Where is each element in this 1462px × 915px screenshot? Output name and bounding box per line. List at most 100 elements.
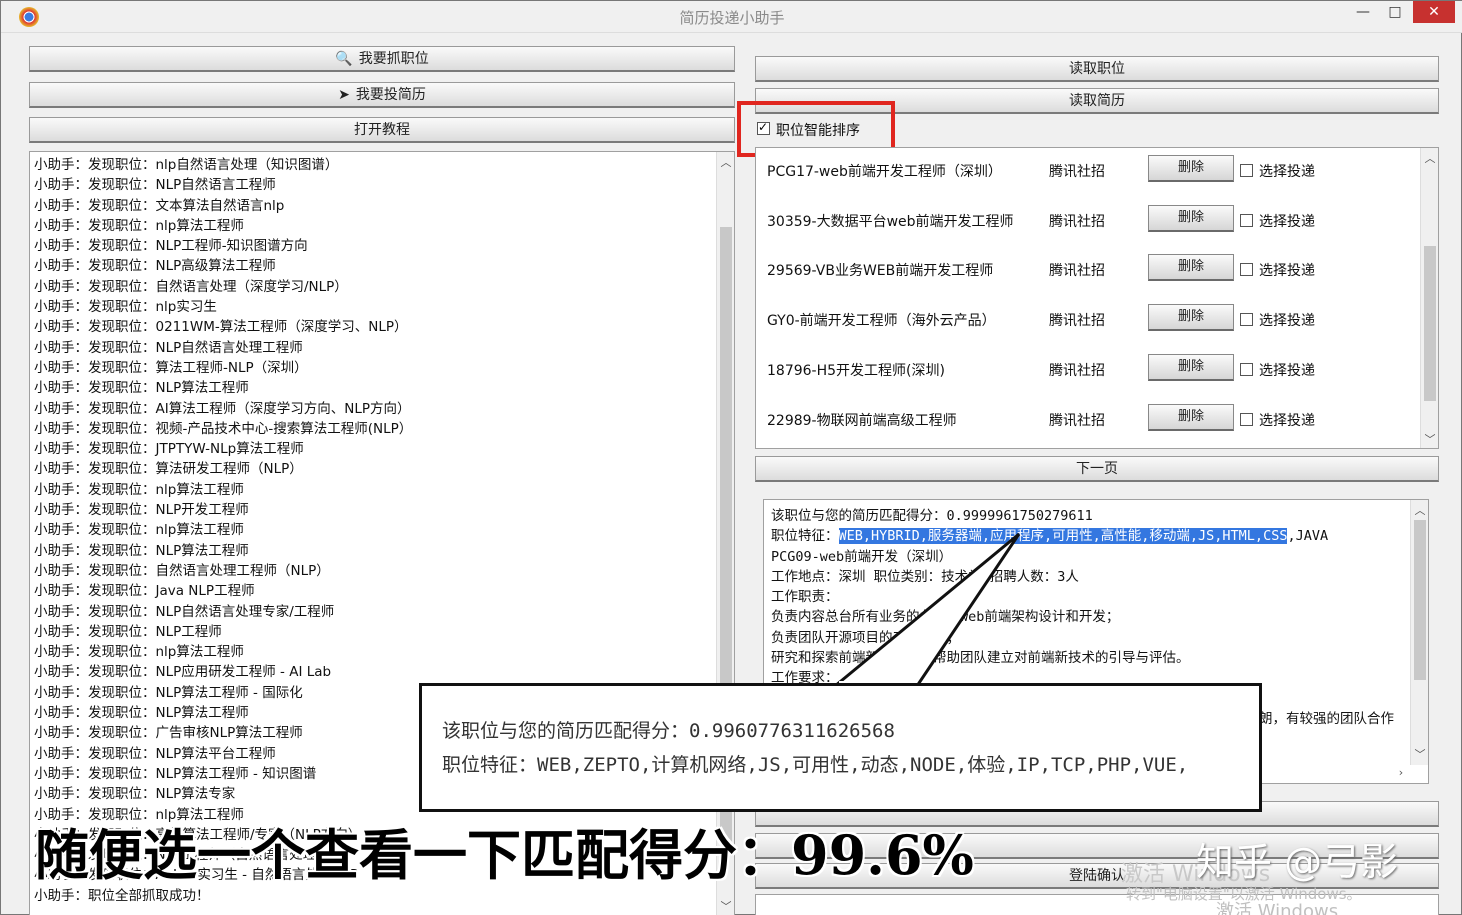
select-apply-option[interactable]: 选择投递 — [1240, 161, 1315, 181]
log-line: 小助手：发现职位：NLP算法工程师 — [34, 542, 249, 559]
job-title: 22989-物联网前端高级工程师 — [767, 412, 957, 429]
maximize-button[interactable]: □ — [1381, 1, 1409, 23]
select-apply-label: 选择投递 — [1259, 164, 1315, 180]
select-apply-option[interactable]: 选择投递 — [1240, 410, 1315, 430]
scroll-up-icon[interactable]: ︿ — [1413, 502, 1427, 518]
log-line: 小助手：发现职位：文本算法自然语言nlp — [34, 197, 285, 214]
select-apply-label: 选择投递 — [1259, 263, 1315, 280]
log-line: 小助手：发现职位：NLP应用研发工程师 - AI Lab — [34, 664, 332, 681]
apply-resume-button[interactable]: ➤ 我要投简历 — [29, 82, 735, 108]
job-source: 腾讯社招 — [1049, 263, 1105, 280]
log-line: 小助手：发现职位：NLP算法工程师 — [34, 380, 249, 397]
job-row: 29569-VB业务WEB前端开发工程师 腾讯社招 删除 选择投递 — [756, 254, 1420, 284]
job-title: 29569-VB业务WEB前端开发工程师 — [767, 263, 994, 280]
callout-score: 该职位与您的简历匹配得分：0.9960776311626568 — [442, 720, 895, 742]
log-line: 小助手：发现职位：算法工程师-NLP（深圳） — [34, 359, 308, 376]
delete-job-button[interactable]: 删除 — [1148, 403, 1234, 431]
log-line: 小助手：发现职位：AI算法工程师（深度学习方向、NLP方向） — [34, 400, 411, 417]
select-apply-label: 选择投递 — [1259, 412, 1315, 429]
detail-features-suffix: ,JAVA — [1287, 528, 1329, 545]
log-line: 小助手：发现职位：自然语言处理（深度学习/NLP） — [34, 278, 348, 295]
read-jobs-button[interactable]: 读取职位 — [755, 56, 1439, 82]
job-row: PCG17-web前端开发工程师（深圳） 腾讯社招 删除 选择投递 — [756, 155, 1420, 185]
select-apply-checkbox[interactable] — [1240, 164, 1253, 177]
select-apply-label: 选择投递 — [1259, 313, 1315, 330]
log-line: 小助手：发现职位：Java NLP工程师 — [34, 583, 255, 600]
scroll-down-icon[interactable]: ﹀ — [1423, 431, 1437, 447]
log-line: 小助手：发现职位：NLP高级算法工程师 — [34, 258, 276, 275]
log-line: 小助手：发现职位：nlp算法工程师 — [34, 522, 244, 539]
log-line: 小助手：发现职位：自然语言处理工程师（NLP） — [34, 562, 330, 579]
minimize-button[interactable]: — — [1349, 1, 1377, 23]
grab-jobs-label: 我要抓职位 — [358, 51, 429, 67]
log-line: 小助手：发现职位：NLP自然语言处理工程师 — [34, 339, 303, 356]
job-row: 18796-H5开发工程师(深圳) 腾讯社招 删除 选择投递 — [756, 353, 1420, 384]
delete-job-button[interactable]: 删除 — [1148, 353, 1234, 381]
scroll-down-icon[interactable]: ﹀ — [1413, 746, 1427, 762]
delete-job-button[interactable]: 删除 — [1148, 254, 1234, 282]
send-icon: ➤ — [338, 87, 350, 103]
app-window: 简历投递小助手 — □ ✕ 🔍 我要抓职位 ➤ 我要投简历 打开教程 小助手：发现职… — [0, 0, 1462, 915]
select-apply-checkbox[interactable] — [1240, 362, 1253, 376]
job-title: 18796-H5开发工程师(深圳) — [767, 362, 945, 379]
job-source: 腾讯社招 — [1049, 213, 1105, 230]
select-apply-checkbox[interactable] — [1240, 263, 1253, 277]
log-line: 小助手：发现职位：NLP自然语言工程师 — [34, 177, 276, 194]
score-callout: 该职位与您的简历匹配得分：0.9960776311626568 职位特征：WEB… — [419, 683, 1262, 812]
job-source: 腾讯社招 — [1049, 412, 1105, 429]
activate-windows-faded: 激活 Windows — [1216, 901, 1339, 915]
jobs-scrollbar[interactable]: ︿ ﹀ — [1420, 148, 1438, 448]
select-apply-option[interactable]: 选择投递 — [1240, 211, 1315, 231]
apply-resume-label: 我要投简历 — [355, 87, 426, 103]
log-line: 小助手：发现职位：nlp算法工程师 — [34, 481, 244, 498]
select-apply-checkbox[interactable] — [1240, 213, 1253, 227]
detail-scrollbar[interactable]: ︿ ﹀ — [1410, 500, 1428, 765]
job-row: GY0-前端开发工程师（海外云产品） 腾讯社招 删除 选择投递 — [756, 304, 1420, 334]
select-apply-checkbox[interactable] — [1240, 412, 1253, 426]
close-button[interactable]: ✕ — [1413, 1, 1455, 23]
jobs-scroll-thumb[interactable] — [1424, 246, 1436, 401]
next-page-button[interactable]: 下一页 — [755, 456, 1439, 482]
window-title: 简历投递小助手 — [679, 9, 785, 27]
log-line: 小助手：发现职位：算法研发工程师（NLP） — [34, 461, 303, 478]
job-source: 腾讯社招 — [1049, 164, 1105, 180]
log-line: 小助手：发现职位：nlp实习生 — [34, 299, 217, 316]
job-title: PCG17-web前端开发工程师（深圳） — [767, 164, 1002, 180]
delete-job-button[interactable]: 删除 — [1148, 155, 1234, 182]
grab-jobs-button[interactable]: 🔍 我要抓职位 — [29, 46, 735, 72]
log-line: 小助手：发现职位：nlp自然语言处理（知识图谱） — [34, 157, 339, 173]
video-caption: 随便选一个查看一下匹配得分：99.6% — [35, 823, 974, 887]
select-apply-label: 选择投递 — [1259, 362, 1315, 379]
log-line: 小助手：发现职位：JTPTYW-NLp算法工程师 — [34, 441, 304, 458]
job-row: 30359-大数据平台web前端开发工程师 腾讯社招 删除 选择投递 — [756, 204, 1420, 235]
select-apply-checkbox[interactable] — [1240, 313, 1253, 327]
job-row: 22989-物联网前端高级工程师 腾讯社招 删除 选择投递 — [756, 403, 1420, 434]
detail-scroll-thumb[interactable] — [1414, 520, 1426, 680]
log-line: 小助手：发现职位：NLP工程师 — [34, 623, 222, 640]
job-source: 腾讯社招 — [1049, 313, 1105, 330]
select-apply-option[interactable]: 选择投递 — [1240, 310, 1315, 330]
search-key-icon: 🔍 — [335, 51, 353, 67]
scroll-down-icon[interactable]: ﹀ — [719, 898, 733, 914]
log-line: 小助手：发现职位：视频-产品技术中心-搜索算法工程师(NLP） — [34, 420, 413, 437]
select-apply-option[interactable]: 选择投递 — [1240, 260, 1315, 280]
title-bar: 简历投递小助手 — □ ✕ — [1, 1, 1462, 33]
log-line: 小助手：发现职位：nlp算法工程师 — [34, 644, 244, 661]
log-line: 小助手：发现职位：0211WM-算法工程师（深度学习、NLP） — [34, 319, 408, 336]
job-title: GY0-前端开发工程师（海外云产品） — [767, 313, 996, 330]
scroll-up-icon[interactable]: ︿ — [719, 154, 733, 170]
delete-job-button[interactable]: 删除 — [1148, 304, 1234, 332]
jobs-panel: PCG17-web前端开发工程师（深圳） 腾讯社招 删除 选择投递 30359-大数据平… — [755, 147, 1439, 449]
select-apply-option[interactable]: 选择投递 — [1240, 360, 1315, 380]
scroll-right-icon[interactable]: › — [1394, 766, 1408, 779]
callout-text: 该职位与您的简历匹配得分：0.9960776311626568 职位特征：WEB… — [442, 714, 1188, 782]
scroll-up-icon[interactable]: ︿ — [1423, 150, 1437, 166]
open-tutorial-button[interactable]: 打开教程 — [29, 117, 735, 143]
log-line: 小助手：发现职位：NLP开发工程师 — [34, 502, 249, 519]
zhihu-watermark: 知乎 @弓影 — [1196, 840, 1399, 884]
delete-job-button[interactable]: 删除 — [1148, 204, 1234, 232]
detail-score: 该职位与您的简历匹配得分：0.9999961750279611 — [771, 508, 1093, 524]
log-line: 小助手：发现职位：NLP工程师-知识图谱方向 — [34, 238, 308, 255]
log-line: 小助手：发现职位：NLP自然语言处理专家/工程师 — [34, 603, 335, 620]
job-title: 30359-大数据平台web前端开发工程师 — [767, 213, 1014, 230]
